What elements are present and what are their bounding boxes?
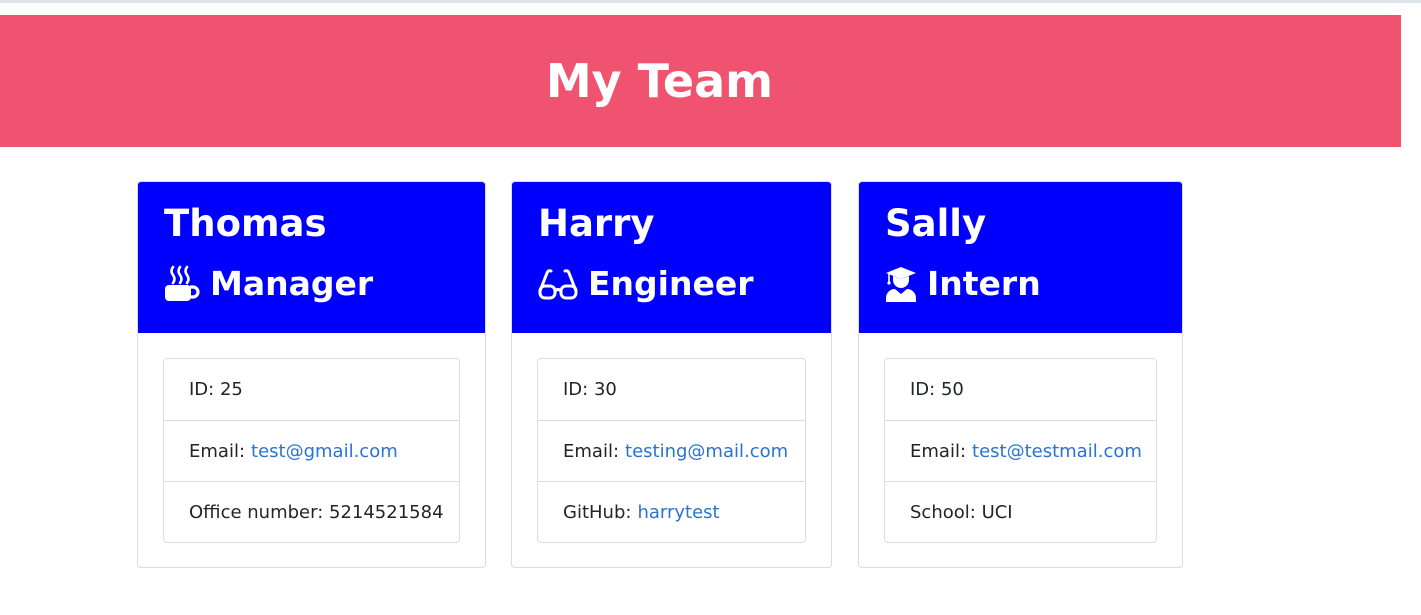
id-row: ID: 30 [538,359,805,420]
top-border-line [0,0,1421,3]
employee-role-label: Engineer [588,264,754,303]
employee-role: Manager [164,262,459,306]
email-label: Email: [563,440,620,462]
github-link[interactable]: harrytest [637,502,719,523]
card-body: ID: 30 Email: testing@mail.com GitHub: har… [512,333,831,567]
employee-role-label: Intern [927,264,1041,303]
email-label: Email: [910,440,967,462]
card-header: Thomas Manager [138,182,485,333]
school-row: School: UCI [885,481,1156,542]
employee-name: Harry [538,202,655,245]
employee-card-manager: Thomas Manager ID: 25 Email: test@gmail.c… [137,181,486,568]
card-header: Sally Intern [859,182,1182,333]
id-row: ID: 50 [885,359,1156,420]
employee-role-label: Manager [210,264,374,303]
email-row: Email: testing@mail.com [538,420,805,481]
page-title: My Team [545,54,774,108]
office-number-row: Office number: 5214521584 [164,481,459,542]
github-row: GitHub: harrytest [538,481,805,542]
id-value: 50 [940,379,964,400]
employee-name: Thomas [164,202,327,245]
school-value: UCI [981,501,1013,523]
school-label: School: [910,501,976,523]
office-number-label: Office number: [189,501,324,523]
card-header: Harry Engineer [512,182,831,333]
email-row: Email: test@gmail.com [164,420,459,481]
email-link[interactable]: test@gmail.com [251,441,398,462]
employee-role: Engineer [538,262,805,306]
mug-hot-icon [165,265,200,301]
email-link[interactable]: testing@mail.com [625,441,788,462]
employee-details-list: ID: 30 Email: testing@mail.com GitHub: har… [537,358,806,543]
email-link[interactable]: test@testmail.com [972,441,1142,462]
card-body: ID: 50 Email: test@testmail.com School: U… [859,333,1182,567]
employee-card-engineer: Harry Engineer ID: 30 Email: testing@mail… [511,181,832,568]
employee-details-list: ID: 50 Email: test@testmail.com School: U… [884,358,1157,543]
page-header: My Team [0,15,1401,147]
email-row: Email: test@testmail.com [885,420,1156,481]
employee-name: Sally [885,202,987,245]
employee-role: Intern [885,262,1156,306]
email-label: Email: [189,440,246,462]
id-row: ID: 25 [164,359,459,420]
id-value: 25 [219,379,243,400]
github-label: GitHub: [563,501,632,523]
office-number-value: 5214521584 [329,501,444,523]
id-label: ID: [563,379,589,400]
id-label: ID: [189,379,215,400]
glasses-icon [538,269,578,300]
employee-details-list: ID: 25 Email: test@gmail.com Office numbe… [163,358,460,543]
id-value: 30 [593,379,617,400]
id-label: ID: [910,379,936,400]
card-body: ID: 25 Email: test@gmail.com Office numbe… [138,333,485,567]
employee-card-intern: Sally Intern ID: 50 Email: test@testmail.… [858,181,1183,568]
user-graduate-icon [886,267,916,302]
